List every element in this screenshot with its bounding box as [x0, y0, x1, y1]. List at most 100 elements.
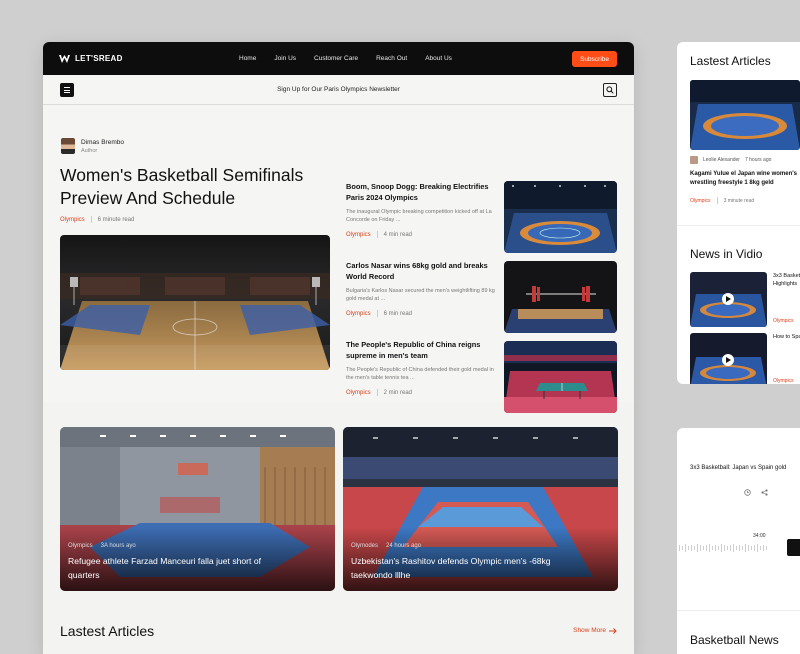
side-article-list: Boom, Snoop Dogg: Breaking Electrifies P… [346, 181, 497, 418]
author-block[interactable]: Dimas Brembo Author [61, 138, 124, 154]
right-panel-article-image[interactable] [690, 80, 800, 150]
video-title[interactable]: 3x3 Basketball Highlights [773, 272, 800, 288]
hero-image-basketball-court[interactable] [60, 235, 330, 370]
side-article-desc: Bulgaria's Karlos Nasar secured the men'… [346, 288, 495, 302]
thumbnail-weightlifting[interactable] [504, 261, 617, 333]
right-panel-category[interactable]: Olympics [690, 198, 711, 204]
menu-icon-line [64, 87, 70, 88]
meta-separator [716, 197, 718, 204]
feature-card-text: Olympics 3A hours ayo Refugee athlete Fa… [68, 543, 283, 582]
subscribe-button[interactable]: Subscribe [572, 51, 617, 67]
author-name: Dimas Brembo [81, 138, 124, 146]
side-article-meta: Olympics 6 min read [346, 310, 497, 317]
hero-category[interactable]: Olympics [60, 217, 85, 223]
video-title[interactable]: How to Spain vs [773, 333, 800, 341]
main-nav: Home Join Us Customer Care Reach Out Abo… [239, 42, 452, 75]
feature-card-category[interactable]: Olymodes [351, 543, 378, 549]
meta-separator [376, 310, 378, 317]
main-page-card: LET'SREAD Home Join Us Customer Care Rea… [43, 42, 634, 654]
divider [677, 610, 800, 611]
hero-title[interactable]: Women's Basketball Semifinals Preview An… [60, 164, 330, 210]
video-frame-edge [787, 539, 800, 556]
video-player-title: 3x3 Basketball: Japan vs Spain gold [690, 465, 787, 471]
arrow-right-icon [609, 627, 617, 634]
right-panel-meta: Olympics 3 minute read [690, 197, 754, 204]
feature-card-time: 24 hours ago [386, 543, 422, 549]
side-article-desc: The People's Republic of China defended … [346, 367, 494, 381]
side-article-title[interactable]: Carlos Nasar wins 68kg gold and breaks W… [346, 260, 497, 282]
show-more-link[interactable]: Show More [573, 627, 617, 634]
basketball-news-heading: Basketball News [690, 633, 779, 647]
clock-icon[interactable] [744, 489, 751, 496]
play-icon [725, 296, 731, 302]
author-avatar [61, 138, 75, 154]
brand-name: LET'SREAD [75, 54, 123, 63]
side-article[interactable]: Boom, Snoop Dogg: Breaking Electrifies P… [346, 181, 497, 260]
thumbnail-breaking-arena[interactable] [504, 181, 617, 253]
side-article-category[interactable]: Olympics [346, 232, 371, 238]
video-player-actions [744, 489, 768, 496]
brand-logo[interactable]: LET'SREAD [59, 54, 123, 63]
nav-about-us[interactable]: About Us [425, 55, 452, 62]
side-article-meta: Olympics 4 min read [346, 231, 497, 238]
feature-card-meta: Olymodes 24 hours ago [351, 543, 566, 549]
right-panel-article-title[interactable]: Kagami Yulue el Japan wine women's wrest… [690, 170, 800, 188]
feature-card-title[interactable]: Refugee athlete Farzad Manceuri falla ju… [68, 554, 283, 582]
side-article-category[interactable]: Olympics [346, 390, 371, 396]
video-duration: 34:00 [753, 533, 766, 539]
right-panel-time: 7 hours ago [744, 157, 772, 163]
feature-card-meta: Olympics 3A hours ayo [68, 543, 283, 549]
side-article-meta: Olympics 2 min read [346, 389, 497, 396]
newsletter-bar: Sign Up for Our Paris Olympics Newslette… [43, 75, 634, 105]
video-section-heading: News in Vidio [690, 247, 763, 261]
side-article-read-time: 6 min read [383, 310, 413, 317]
video-progress-waveform[interactable] [677, 543, 769, 553]
side-article-category[interactable]: Olympics [346, 311, 371, 317]
menu-icon-line [64, 89, 70, 91]
meta-separator [90, 216, 92, 223]
menu-button[interactable] [60, 83, 74, 97]
author-avatar [690, 156, 698, 164]
author-role: Author [81, 147, 98, 154]
share-icon[interactable] [761, 489, 768, 496]
nav-customer-care[interactable]: Customer Care [314, 55, 358, 62]
side-article-desc: The inaugural Olympic breaking competiti… [346, 209, 492, 223]
right-panel-heading: Lastest Articles [690, 54, 771, 68]
feature-card-title[interactable]: Uzbekistan's Rashitov defends Olympic me… [351, 554, 566, 582]
video-category[interactable]: Olympics [773, 318, 794, 324]
divider [677, 225, 800, 226]
menu-icon-line [64, 92, 70, 93]
nav-join-us[interactable]: Join Us [274, 55, 296, 62]
feature-cards-row: Olympics 3A hours ayo Refugee athlete Fa… [60, 427, 618, 591]
right-panel-author: Leolie Alexander 7 hours ago [690, 156, 771, 164]
logo-icon [59, 54, 70, 63]
newsletter-signup-link[interactable]: Sign Up for Our Paris Olympics Newslette… [277, 86, 400, 93]
side-article[interactable]: Carlos Nasar wins 68kg gold and breaks W… [346, 260, 497, 339]
feature-card[interactable]: Olymodes 24 hours ago Uzbekistan's Rashi… [343, 427, 618, 591]
nav-reach-out[interactable]: Reach Out [376, 55, 407, 62]
latest-articles-heading: Lastest Articles [60, 623, 155, 639]
play-button[interactable] [722, 293, 734, 305]
search-button[interactable] [603, 83, 617, 97]
right-panel-read-time: 3 minute read [723, 197, 755, 204]
feature-card-text: Olymodes 24 hours ago Uzbekistan's Rashi… [351, 543, 566, 582]
side-article-read-time: 4 min read [383, 231, 413, 238]
feature-card[interactable]: Olympics 3A hours ayo Refugee athlete Fa… [60, 427, 335, 591]
video-thumbnail[interactable] [690, 272, 767, 327]
play-icon [725, 357, 731, 363]
side-article-title[interactable]: The People's Republic of China reigns su… [346, 339, 497, 361]
feature-card-category[interactable]: Olympics [68, 543, 93, 549]
play-button[interactable] [722, 354, 734, 366]
right-panel-author-name[interactable]: Leolie Alexander [703, 157, 740, 163]
thumbnail-table-tennis[interactable] [504, 341, 617, 413]
hero-meta: Olympics 6 minute read [60, 216, 134, 223]
nav-home[interactable]: Home [239, 55, 256, 62]
side-article-thumbnails [504, 181, 617, 421]
right-panel-video-player: 3x3 Basketball: Japan vs Spain gold 34:0… [677, 428, 800, 654]
video-thumbnail[interactable] [690, 333, 767, 384]
side-article[interactable]: The People's Republic of China reigns su… [346, 339, 497, 418]
search-icon [606, 86, 614, 94]
video-category[interactable]: Olympics [773, 378, 794, 384]
meta-separator [376, 231, 378, 238]
side-article-title[interactable]: Boom, Snoop Dogg: Breaking Electrifies P… [346, 181, 497, 203]
